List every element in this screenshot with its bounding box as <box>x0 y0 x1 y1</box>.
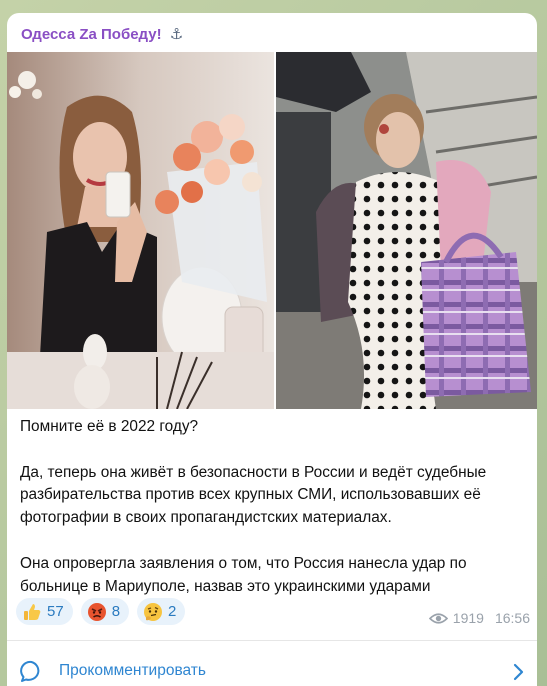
reaction-thumbs-up[interactable]: 57 <box>16 598 73 625</box>
chevron-right-icon <box>513 663 524 681</box>
channel-title[interactable]: Одесса Za Победу! ⚓ <box>21 25 183 43</box>
eye-icon <box>428 612 448 624</box>
view-count: 1919 <box>452 610 484 626</box>
angry-face-icon <box>87 602 106 621</box>
hospital-evacuation-photo[interactable] <box>276 52 537 409</box>
reactions-bar: 57 8 2 <box>16 598 186 625</box>
post-paragraph: Она опровергла заявления о том, что Росс… <box>20 554 467 595</box>
thumbs-up-icon <box>24 603 41 620</box>
post-text: Помните её в 2022 году? Да, теперь она ж… <box>20 416 528 598</box>
comment-button[interactable]: Прокомментировать <box>7 641 537 686</box>
message-time: 16:56 <box>494 610 530 626</box>
reaction-count: 2 <box>168 603 177 620</box>
message-bubble: Одесса Za Победу! ⚓ Помните её в 2022 го… <box>7 13 537 686</box>
thinking-face-icon <box>144 602 163 621</box>
channel-name[interactable]: Одесса Za Победу! <box>21 26 162 43</box>
comment-label: Прокомментировать <box>59 662 206 679</box>
reaction-thinking-face[interactable]: 2 <box>137 598 186 625</box>
reaction-count: 57 <box>47 603 64 620</box>
comment-bubble-icon <box>20 660 40 682</box>
post-paragraph: Помните её в 2022 году? <box>20 418 199 435</box>
mirror-selfie-photo[interactable] <box>7 52 274 409</box>
post-paragraph: Да, теперь она живёт в безопасности в Ро… <box>20 463 487 527</box>
anchor-icon: ⚓ <box>169 26 184 43</box>
reaction-angry-face[interactable]: 8 <box>80 598 130 625</box>
message-meta: 1919 16:56 <box>428 610 530 626</box>
reaction-count: 8 <box>111 603 121 620</box>
